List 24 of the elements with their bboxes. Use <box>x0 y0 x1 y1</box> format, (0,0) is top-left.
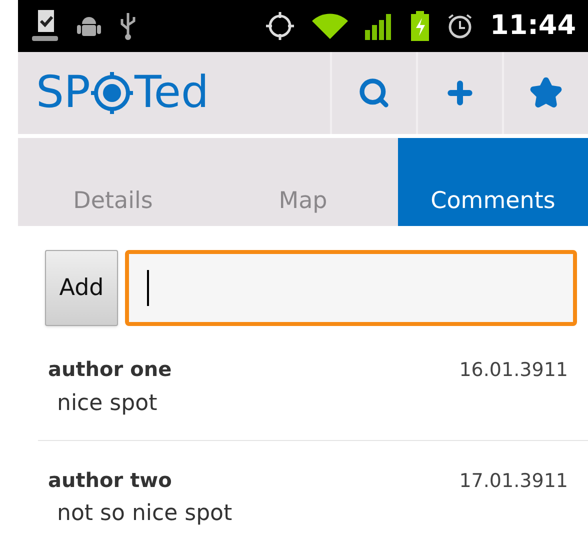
target-logo-icon <box>90 70 134 116</box>
comment-input-field[interactable] <box>125 250 577 326</box>
battery-icon <box>410 11 430 41</box>
gps-icon <box>264 10 296 42</box>
alarm-icon <box>446 12 474 40</box>
clock: 11:44 <box>490 8 576 43</box>
wifi-icon <box>312 12 348 40</box>
tab[interactable]: Details <box>18 138 208 226</box>
comment-author: author one <box>48 356 172 383</box>
text-cursor <box>147 270 149 306</box>
add-comment-button[interactable]: Add <box>45 250 118 326</box>
tab[interactable]: Comments <box>398 138 588 226</box>
logo-text: Ted <box>134 71 209 115</box>
tab[interactable]: Map <box>208 138 398 226</box>
download-done-icon <box>30 8 60 44</box>
usb-icon <box>118 11 138 41</box>
search-icon <box>358 77 390 109</box>
star-icon <box>530 77 562 109</box>
comment-author: author two <box>48 466 172 494</box>
comment-text: not so nice spot <box>56 500 234 528</box>
comment-date: 17.01.3911 <box>459 468 568 494</box>
comment-text: nice spot <box>56 390 158 418</box>
comment-date: 16.01.3911 <box>459 358 568 383</box>
logo-text: SP <box>36 71 90 115</box>
